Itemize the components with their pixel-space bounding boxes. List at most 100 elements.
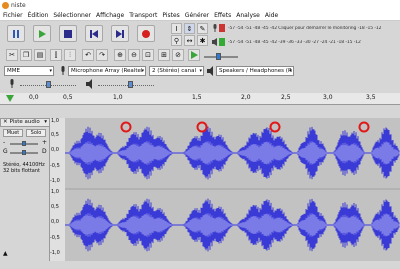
- playback-volume-slider[interactable]: [98, 81, 154, 88]
- envelope-tool[interactable]: ⇕: [184, 23, 195, 34]
- input-device-select[interactable]: Microphone Array (Realtel ▾: [68, 66, 146, 76]
- zoom-in-button[interactable]: ⊕: [114, 49, 126, 61]
- timeshift-tool[interactable]: ↔: [184, 35, 195, 46]
- menu-generer[interactable]: Générer: [185, 12, 209, 19]
- record-meter[interactable]: -57 -54 -51 -48 -45 -42 Cliquer pour dém…: [228, 26, 400, 33]
- record-icon: [142, 29, 150, 38]
- app-icon: [2, 1, 9, 9]
- envelope-tool-icon: ⇕: [186, 24, 193, 33]
- record-volume-slider[interactable]: [20, 81, 76, 88]
- ruler-tick-3: 1,5: [192, 94, 202, 101]
- track-name[interactable]: Piste audio: [10, 119, 40, 126]
- edit-toolbar: ✂ ❐ ▤ ⫿ ⫶ ↶ ↷ ⊕ ⊖ ⊡: [0, 48, 165, 62]
- cut-button[interactable]: ✂: [6, 49, 18, 61]
- solo-button[interactable]: Solo: [26, 129, 46, 137]
- track-close-icon[interactable]: ✕: [3, 119, 8, 126]
- microphone-icon: [59, 66, 67, 76]
- copy-icon: ❐: [22, 51, 30, 59]
- copy-button[interactable]: ❐: [20, 49, 32, 61]
- fit-project-button[interactable]: ⊞: [158, 49, 170, 61]
- menu-analyse[interactable]: Analyse: [236, 12, 260, 19]
- record-meter-dropdown[interactable]: [219, 24, 225, 32]
- stop-button[interactable]: [59, 25, 77, 42]
- stop-icon: [64, 29, 72, 38]
- track-menu-icon[interactable]: ▾: [44, 119, 47, 126]
- play-meter-dropdown[interactable]: [219, 38, 225, 46]
- play-speed-slider[interactable]: [204, 53, 238, 60]
- track-info-line2: 32 bits flottant: [3, 168, 40, 174]
- zoom-in-icon: ⊕: [117, 51, 123, 59]
- timeshift-tool-icon: ↔: [186, 36, 193, 45]
- host-select[interactable]: MME ▾: [4, 66, 54, 76]
- pan-left-label: G: [3, 148, 8, 155]
- ruler-tick-5: 2,5: [281, 94, 291, 101]
- selection-tool[interactable]: I: [171, 23, 182, 34]
- scale-top-0-0: 0,0: [51, 147, 59, 153]
- skip-start-icon: [90, 29, 98, 38]
- undo-icon: ↶: [85, 51, 91, 59]
- mixer-mic-icon: [8, 79, 16, 89]
- menu-bar: Fichier Édition Sélectionner Affichage T…: [0, 10, 400, 21]
- skip-end-icon: [116, 29, 124, 38]
- menu-fichier[interactable]: Fichier: [3, 12, 23, 19]
- waveform-area[interactable]: [64, 118, 400, 261]
- gain-slider[interactable]: [10, 141, 38, 146]
- playback-volume-knob[interactable]: [128, 81, 133, 88]
- paste-button[interactable]: ▤: [34, 49, 46, 61]
- zoom-toggle-button[interactable]: ⊘: [172, 49, 184, 61]
- zoom-toggle-icon: ⊘: [175, 51, 181, 59]
- output-device-value: Speakers / Headphones (R: [219, 68, 292, 74]
- transport-toolbar: [0, 22, 165, 46]
- zoom-tool[interactable]: ⚲: [171, 35, 182, 46]
- multi-tool[interactable]: ✱: [197, 35, 208, 46]
- menu-affichage[interactable]: Affichage: [96, 12, 124, 19]
- pan-knob[interactable]: [22, 150, 26, 155]
- pan-right-label: D: [42, 148, 47, 155]
- scale-top-m1-0: -1,0: [50, 178, 60, 184]
- redo-button[interactable]: ↷: [96, 49, 108, 61]
- mixer-speaker-icon: [86, 79, 94, 89]
- draw-tool[interactable]: ✎: [197, 23, 208, 34]
- track-header[interactable]: ✕ Piste audio ▾: [0, 118, 50, 127]
- output-device-select[interactable]: Speakers / Headphones (R ▾: [216, 66, 294, 76]
- zoom-out-button[interactable]: ⊖: [128, 49, 140, 61]
- play-button[interactable]: [33, 25, 51, 42]
- play-speed-knob[interactable]: [216, 53, 221, 60]
- timeline-ruler[interactable]: 0,0 0,5 1,0 1,5 2,0 2,5 3,0 3,5: [0, 93, 400, 105]
- menu-transport[interactable]: Transport: [129, 12, 157, 19]
- pause-icon: [13, 29, 19, 38]
- menu-pistes[interactable]: Pistes: [162, 12, 179, 19]
- menu-selectionner[interactable]: Sélectionner: [53, 12, 91, 19]
- scale-top-1-0: 1,0: [51, 118, 59, 124]
- skip-end-button[interactable]: [111, 25, 129, 42]
- gain-knob[interactable]: [22, 141, 26, 146]
- skip-start-button[interactable]: [85, 25, 103, 42]
- multi-tool-icon: ✱: [199, 36, 206, 45]
- fit-selection-button[interactable]: ⊡: [142, 49, 154, 61]
- record-button[interactable]: [137, 25, 155, 42]
- menu-aide[interactable]: Aide: [265, 12, 278, 19]
- scale-bot-m1-0: -1,0: [50, 250, 60, 256]
- speaker-icon: [207, 66, 215, 76]
- undo-button[interactable]: ↶: [82, 49, 94, 61]
- play-meter[interactable]: -57 -54 -51 -48 -45 -42 -39 -36 -33 -30 …: [228, 40, 400, 47]
- menu-effets[interactable]: Effets: [214, 12, 231, 19]
- track-control-panel: ✕ Piste audio ▾ Muet Solo - + G D Stéréo…: [0, 118, 50, 261]
- record-volume-knob[interactable]: [46, 81, 51, 88]
- ruler-tick-7: 3,5: [366, 94, 376, 101]
- waveform-svg: [64, 118, 400, 261]
- play-meter-icon: [212, 38, 218, 46]
- trim-button[interactable]: ⫿: [50, 49, 62, 61]
- collapse-track-icon[interactable]: ▲: [3, 250, 8, 257]
- zoom-tool-icon: ⚲: [173, 36, 180, 45]
- silence-button[interactable]: ⫶: [64, 49, 76, 61]
- play-at-speed-button[interactable]: [188, 49, 200, 61]
- menu-edition[interactable]: Édition: [28, 12, 49, 19]
- pan-slider[interactable]: [10, 150, 38, 155]
- pause-button[interactable]: [7, 25, 25, 42]
- amplitude-scale[interactable]: 1,0 0,5 0,0 -0,5 -1,0 1,0 0,5 0,0 -0,5 -…: [50, 118, 65, 261]
- mute-button[interactable]: Muet: [3, 129, 23, 137]
- play-at-speed-icon: [191, 51, 198, 59]
- channels-select[interactable]: 2 (Stéréo) canal ▾: [149, 66, 204, 76]
- playhead-marker-icon: [6, 95, 14, 102]
